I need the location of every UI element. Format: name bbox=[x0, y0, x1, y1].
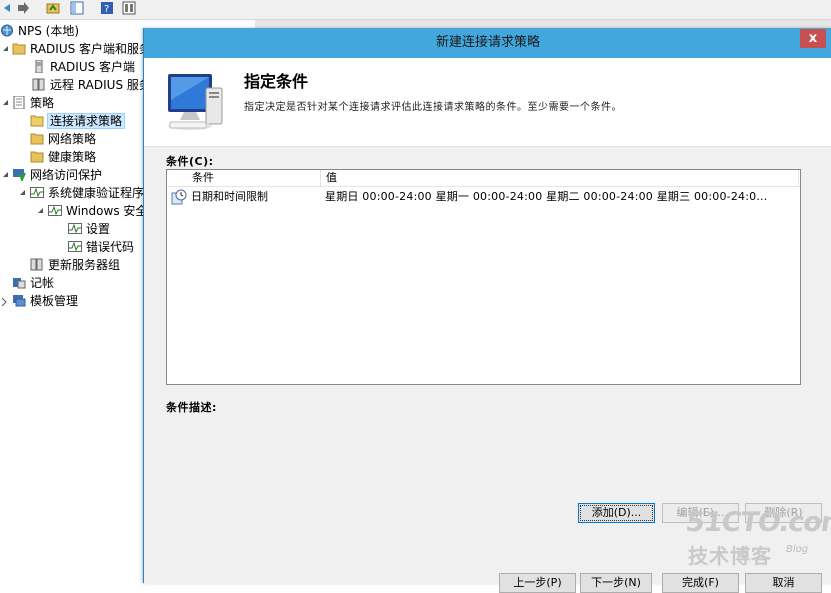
health-monitor-icon bbox=[30, 187, 44, 198]
date-time-clock-icon bbox=[171, 189, 187, 205]
column-header-condition[interactable]: 条件 bbox=[187, 170, 321, 186]
table-row[interactable]: 日期和时间限制 星期日 00:00-24:00 星期一 00:00-24:00 … bbox=[167, 187, 800, 207]
watermark-suffix: Blog bbox=[786, 544, 809, 555]
svg-text:?: ? bbox=[104, 4, 109, 15]
tree-item-label: Windows 安全 bbox=[66, 204, 145, 218]
tree-expand-icon[interactable] bbox=[3, 100, 9, 106]
tree-item-label: 系统健康验证程序 bbox=[48, 186, 145, 200]
nps-server-icon bbox=[1, 24, 13, 37]
row-condition: 日期和时间限制 bbox=[191, 190, 268, 203]
step-description: 指定决定是否针对某个连接请求评估此连接请求策略的条件。至少需要一个条件。 bbox=[244, 102, 622, 113]
server-group-icon bbox=[30, 258, 43, 271]
dialog-titlebar[interactable]: 新建连接请求策略 x bbox=[144, 28, 831, 58]
tree-item-label: RADIUS 客户端和服务 bbox=[30, 42, 145, 56]
tree-item-label: NPS (本地) bbox=[18, 24, 80, 38]
tree-item-windows-security-health-validator[interactable]: Windows 安全 bbox=[48, 202, 145, 220]
server-group-icon bbox=[32, 78, 45, 91]
tree-collapsed-icon[interactable] bbox=[1, 298, 7, 306]
tree-item-templates-management[interactable]: 模板管理 bbox=[12, 292, 78, 310]
accounting-icon bbox=[13, 278, 26, 289]
tree-item-label: 错误代码 bbox=[86, 240, 135, 254]
back-arrow-icon[interactable] bbox=[0, 1, 14, 15]
tree-item-label: RADIUS 客户端 bbox=[50, 60, 136, 74]
background-pane bbox=[255, 20, 831, 28]
tree-item-radius-clients-servers[interactable]: RADIUS 客户端和服务 bbox=[12, 40, 145, 58]
folder-open-icon bbox=[30, 115, 44, 127]
tree-item-remote-radius-servers[interactable]: 远程 RADIUS 服务 bbox=[32, 76, 145, 94]
step-title: 指定条件 bbox=[244, 72, 309, 91]
watermark-site: 51CTO.com bbox=[683, 507, 831, 538]
tree-expand-icon[interactable] bbox=[38, 208, 44, 214]
conditions-label: 条件(C): bbox=[166, 155, 214, 168]
condition-description-label: 条件描述: bbox=[166, 401, 217, 414]
tree-item-label: 策略 bbox=[30, 96, 55, 110]
tree-item-error-codes[interactable]: 错误代码 bbox=[68, 238, 134, 256]
policy-document-icon bbox=[13, 96, 25, 109]
wizard-header: 指定条件 指定决定是否针对某个连接请求评估此连接请求策略的条件。至少需要一个条件… bbox=[144, 58, 831, 154]
folder-icon bbox=[30, 151, 44, 163]
tree-item-label: 健康策略 bbox=[48, 150, 97, 164]
tree-item-health-policies[interactable]: 健康策略 bbox=[30, 148, 96, 166]
tree-item-accounting[interactable]: 记帐 bbox=[12, 274, 54, 292]
tree-item-system-health-validators[interactable]: 系统健康验证程序 bbox=[30, 184, 144, 202]
tree-item-label: 网络访问保护 bbox=[30, 168, 103, 182]
help-icon[interactable]: ? bbox=[100, 1, 114, 15]
computer-monitor-icon bbox=[168, 74, 223, 130]
tree-item-network-access-protection[interactable]: 网络访问保护 bbox=[12, 166, 102, 184]
watermark-tagline: 技术博客 bbox=[688, 544, 772, 568]
health-monitor-icon bbox=[48, 205, 62, 216]
tree-item-radius-clients[interactable]: RADIUS 客户端 bbox=[32, 58, 135, 76]
folder-icon bbox=[30, 133, 44, 145]
mmc-toolbar: ? bbox=[0, 0, 831, 20]
tree-item-label: 更新服务器组 bbox=[48, 258, 121, 272]
tree-item-label: 远程 RADIUS 服务 bbox=[50, 78, 145, 92]
navigation-tree: NPS (本地) RADIUS 客户端和服务 RADIUS 客户端 远程 RAD… bbox=[0, 20, 145, 583]
tree-expand-icon[interactable] bbox=[3, 172, 9, 178]
nap-shield-icon bbox=[13, 169, 26, 181]
health-monitor-icon bbox=[68, 223, 82, 234]
next-button[interactable]: 下一步(N) bbox=[580, 573, 652, 593]
health-monitor-icon bbox=[68, 241, 82, 252]
tree-item-label: 网络策略 bbox=[48, 132, 97, 146]
previous-button[interactable]: 上一步(P) bbox=[499, 573, 576, 593]
dialog-title: 新建连接请求策略 bbox=[435, 35, 540, 50]
tree-item-policies[interactable]: 策略 bbox=[12, 94, 54, 112]
properties-icon[interactable] bbox=[122, 1, 136, 15]
tree-item-label: 连接请求策略 bbox=[46, 113, 126, 129]
cancel-button[interactable]: 取消 bbox=[745, 573, 822, 593]
folder-icon bbox=[12, 43, 26, 55]
server-icon bbox=[35, 60, 43, 73]
tree-item-label: 记帐 bbox=[30, 276, 55, 290]
finish-button[interactable]: 完成(F) bbox=[662, 573, 739, 593]
forward-arrow-icon[interactable] bbox=[16, 1, 30, 15]
column-header-value[interactable]: 值 bbox=[321, 170, 799, 186]
up-folder-icon[interactable] bbox=[46, 1, 60, 15]
tree-item-label: 模板管理 bbox=[30, 294, 79, 308]
tree-expand-icon[interactable] bbox=[20, 190, 26, 196]
tree-item-network-policies[interactable]: 网络策略 bbox=[30, 130, 96, 148]
row-value: 星期日 00:00-24:00 星期一 00:00-24:00 星期二 00:0… bbox=[325, 190, 768, 203]
templates-icon bbox=[13, 295, 26, 307]
tree-item-label: 设置 bbox=[86, 222, 111, 236]
tree-item-remediation-server-groups[interactable]: 更新服务器组 bbox=[30, 256, 120, 274]
tree-item-settings[interactable]: 设置 bbox=[68, 220, 110, 238]
add-button[interactable]: 添加(D)... bbox=[578, 503, 655, 523]
header-spacer bbox=[167, 170, 187, 186]
tree-item-nps-root[interactable]: NPS (本地) bbox=[0, 22, 79, 40]
new-connection-request-policy-dialog: 新建连接请求策略 x 指定条件 指定决定是否针对某个连接请求评估此连接请求策略的… bbox=[143, 28, 831, 593]
close-button[interactable]: x bbox=[800, 29, 826, 48]
list-header: 条件 值 bbox=[167, 170, 800, 187]
tree-expand-icon[interactable] bbox=[3, 46, 9, 52]
show-hide-tree-icon[interactable] bbox=[70, 1, 84, 15]
conditions-list[interactable]: 条件 值 日期和时间限制 星期日 00:00-24:00 星期一 00:00-2… bbox=[166, 169, 801, 385]
tree-item-connection-request-policies[interactable]: 连接请求策略 bbox=[30, 112, 126, 130]
